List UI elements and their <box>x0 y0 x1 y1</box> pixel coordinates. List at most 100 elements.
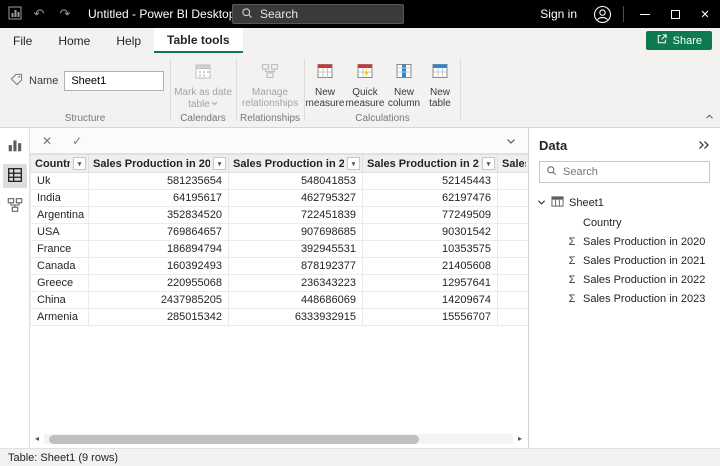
chevron-down-icon[interactable] <box>537 197 546 209</box>
cell[interactable]: 581235654 <box>89 173 229 190</box>
column-header-2022[interactable]: Sales Production in 2022▾ <box>363 155 498 173</box>
horizontal-scrollbar[interactable]: ◂ ▸ <box>32 433 525 445</box>
cell[interactable] <box>498 241 529 258</box>
cell[interactable]: 64195617 <box>89 190 229 207</box>
cell[interactable]: 236343223 <box>229 275 363 292</box>
new-measure-button[interactable]: New measure <box>305 53 345 110</box>
cell[interactable]: 878192377 <box>229 258 363 275</box>
new-column-button[interactable]: New column <box>385 53 423 110</box>
cell[interactable]: 352834520 <box>89 207 229 224</box>
tab-home[interactable]: Home <box>45 28 103 53</box>
cell[interactable]: 77249509 <box>363 207 498 224</box>
scroll-right-icon[interactable]: ▸ <box>515 434 525 444</box>
cell[interactable] <box>498 258 529 275</box>
tree-item-sheet1[interactable]: Sheet1 <box>529 193 720 213</box>
cell[interactable]: 462795327 <box>229 190 363 207</box>
cell[interactable]: 220955068 <box>89 275 229 292</box>
cell[interactable]: 392945531 <box>229 241 363 258</box>
table-view-button[interactable] <box>3 164 27 188</box>
scroll-left-icon[interactable]: ◂ <box>32 434 42 444</box>
cell[interactable]: Uk <box>31 173 89 190</box>
collapse-ribbon-button[interactable] <box>705 108 714 123</box>
filter-icon[interactable]: ▾ <box>213 157 226 170</box>
account-avatar-icon[interactable] <box>587 0 617 28</box>
filter-icon[interactable]: ▾ <box>482 157 495 170</box>
scrollbar-thumb[interactable] <box>49 435 420 444</box>
tab-file[interactable]: File <box>0 28 45 53</box>
share-button[interactable]: Share <box>646 31 712 50</box>
cell[interactable]: 2437985205 <box>89 292 229 309</box>
cell[interactable]: Argentina <box>31 207 89 224</box>
formula-commit-icon[interactable]: ✓ <box>72 134 82 148</box>
column-header-2023[interactable]: Sales Production in 2023 <box>498 155 529 173</box>
cell[interactable]: 12957641 <box>363 275 498 292</box>
cell[interactable]: USA <box>31 224 89 241</box>
cell[interactable]: Greece <box>31 275 89 292</box>
table-name-input[interactable] <box>64 71 164 91</box>
cell[interactable]: 769864657 <box>89 224 229 241</box>
cell[interactable]: France <box>31 241 89 258</box>
cell[interactable]: 21405608 <box>363 258 498 275</box>
cell[interactable]: 907698685 <box>229 224 363 241</box>
mark-as-date-table-button[interactable]: Mark as date table <box>171 53 235 111</box>
table-row: China243798520544868606914209674 <box>31 292 529 309</box>
close-button[interactable]: ✕ <box>690 0 720 28</box>
cell[interactable] <box>498 173 529 190</box>
cell[interactable]: 186894794 <box>89 241 229 258</box>
undo-icon[interactable]: ↶ <box>30 6 48 22</box>
cell[interactable]: 448686069 <box>229 292 363 309</box>
status-bar: Table: Sheet1 (9 rows) <box>0 448 720 466</box>
field-sales-2021[interactable]: Σ Sales Production in 2021 <box>529 251 720 270</box>
cell[interactable]: 160392493 <box>89 258 229 275</box>
cell[interactable]: 14209674 <box>363 292 498 309</box>
cell[interactable]: China <box>31 292 89 309</box>
collapse-pane-button[interactable] <box>698 138 710 153</box>
filter-icon[interactable]: ▾ <box>347 157 360 170</box>
relationships-icon <box>260 61 280 85</box>
field-sales-2020[interactable]: Σ Sales Production in 2020 <box>529 232 720 251</box>
scrollbar-track[interactable] <box>44 434 513 444</box>
cell[interactable] <box>498 207 529 224</box>
cell[interactable] <box>498 275 529 292</box>
titlebar-search[interactable]: Search <box>232 4 404 24</box>
cell[interactable]: 6333932915 <box>229 309 363 326</box>
cell[interactable] <box>498 224 529 241</box>
cell[interactable]: India <box>31 190 89 207</box>
column-header-2020[interactable]: Sales Production in 2020▾ <box>89 155 229 173</box>
column-header-country[interactable]: Country▾ <box>31 155 89 173</box>
report-view-button[interactable] <box>3 134 27 158</box>
maximize-button[interactable] <box>660 0 690 28</box>
minimize-button[interactable] <box>630 0 660 28</box>
cell[interactable]: 285015342 <box>89 309 229 326</box>
filter-icon[interactable]: ▾ <box>73 157 86 170</box>
field-sales-2023[interactable]: Σ Sales Production in 2023 <box>529 289 720 308</box>
formula-bar[interactable]: ✕ ✓ <box>30 128 528 154</box>
cell[interactable] <box>498 292 529 309</box>
cell[interactable] <box>498 309 529 326</box>
manage-relationships-button[interactable]: Manage relationships <box>237 53 303 110</box>
tab-table-tools[interactable]: Table tools <box>154 28 242 53</box>
formula-cancel-icon[interactable]: ✕ <box>42 134 52 148</box>
cell[interactable]: 10353575 <box>363 241 498 258</box>
field-country[interactable]: Country <box>529 213 720 232</box>
column-header-2021[interactable]: Sales Production in 2021▾ <box>229 155 363 173</box>
sign-in-button[interactable]: Sign in <box>530 7 587 21</box>
fields-search-box[interactable] <box>539 161 710 183</box>
model-view-button[interactable] <box>3 194 27 218</box>
redo-icon[interactable]: ↷ <box>56 6 74 22</box>
cell[interactable]: 722451839 <box>229 207 363 224</box>
cell[interactable]: 548041853 <box>229 173 363 190</box>
cell[interactable]: Canada <box>31 258 89 275</box>
new-table-button[interactable]: New table <box>423 53 457 110</box>
cell[interactable]: Armenia <box>31 309 89 326</box>
formula-expand-button[interactable] <box>506 133 516 148</box>
cell[interactable]: 52145443 <box>363 173 498 190</box>
cell[interactable] <box>498 190 529 207</box>
cell[interactable]: 62197476 <box>363 190 498 207</box>
field-sales-2022[interactable]: Σ Sales Production in 2022 <box>529 270 720 289</box>
cell[interactable]: 90301542 <box>363 224 498 241</box>
cell[interactable]: 15556707 <box>363 309 498 326</box>
tab-help[interactable]: Help <box>103 28 154 53</box>
quick-measure-button[interactable]: Quick measure <box>345 53 385 110</box>
fields-search-input[interactable] <box>563 166 703 178</box>
